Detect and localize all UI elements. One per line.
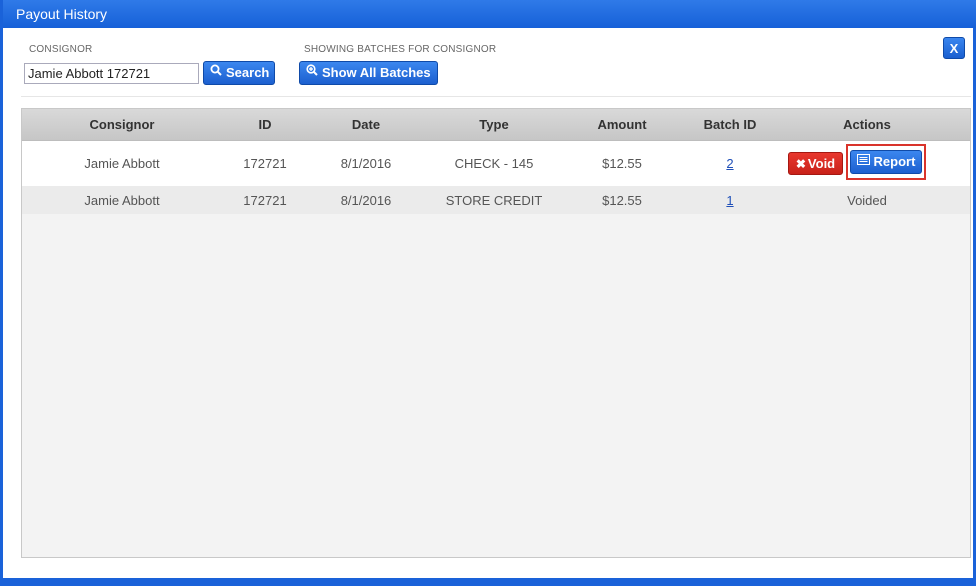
- batch-id-link[interactable]: 2: [726, 156, 733, 171]
- column-header-amount[interactable]: Amount: [572, 109, 672, 140]
- window-title: Payout History: [16, 6, 108, 22]
- window-bottom-border: [3, 578, 976, 583]
- report-icon: [856, 150, 870, 172]
- table-row: Jamie Abbott 172721 8/1/2016 CHECK - 145…: [22, 141, 970, 186]
- column-header-batch-id[interactable]: Batch ID: [680, 109, 780, 140]
- cell-type: CHECK - 145: [454, 156, 534, 171]
- showing-batches-label: SHOWING BATCHES FOR CONSIGNOR: [304, 44, 497, 55]
- filter-divider: [21, 96, 971, 97]
- search-icon: [210, 61, 222, 83]
- cell-date: 8/1/2016: [340, 192, 392, 208]
- column-header-actions: Actions: [843, 117, 891, 132]
- table-row: Jamie Abbott 172721 8/1/2016 STORE CREDI…: [22, 186, 970, 214]
- search-button[interactable]: Search: [203, 61, 275, 85]
- cell-consignor: Jamie Abbott: [84, 192, 160, 208]
- payout-history-window: Payout History X CONSIGNOR Search SHOWIN…: [0, 0, 976, 586]
- window-title-bar: Payout History: [3, 0, 976, 28]
- cell-date: 8/1/2016: [340, 156, 392, 171]
- column-header-id[interactable]: ID: [215, 109, 315, 140]
- show-all-batches-button[interactable]: Show All Batches: [299, 61, 438, 85]
- consignor-field-label: CONSIGNOR: [29, 44, 93, 55]
- table-header: Consignor ID Date Type Amount Batch ID A…: [22, 109, 970, 141]
- consignor-search-input[interactable]: [24, 63, 199, 84]
- show-all-batches-label: Show All Batches: [322, 65, 431, 80]
- search-button-label: Search: [226, 65, 270, 80]
- void-x-icon: ✖: [795, 157, 806, 171]
- report-button-label: Report: [873, 154, 916, 169]
- void-button-label: Void: [807, 156, 836, 171]
- cell-amount: $12.55: [602, 156, 642, 171]
- cell-id: 172721: [243, 192, 287, 208]
- void-button[interactable]: ✖ Void: [788, 152, 843, 175]
- close-button[interactable]: X: [943, 37, 965, 59]
- column-header-date[interactable]: Date: [316, 109, 416, 140]
- report-button[interactable]: Report: [850, 150, 922, 174]
- column-header-type[interactable]: Type: [419, 109, 569, 140]
- zoom-in-icon: [306, 61, 318, 83]
- cell-batch-id: 1: [680, 186, 780, 214]
- cell-id: 172721: [243, 156, 287, 171]
- cell-amount: $12.55: [602, 192, 642, 208]
- cell-status-voided: Voided: [847, 192, 887, 208]
- column-header-consignor[interactable]: Consignor: [42, 109, 202, 140]
- payout-history-table: Consignor ID Date Type Amount Batch ID A…: [21, 108, 971, 558]
- cell-batch-id: 2: [680, 141, 780, 186]
- cell-consignor: Jamie Abbott: [84, 156, 160, 171]
- batch-id-link[interactable]: 1: [726, 193, 733, 208]
- cell-type: STORE CREDIT: [445, 192, 543, 208]
